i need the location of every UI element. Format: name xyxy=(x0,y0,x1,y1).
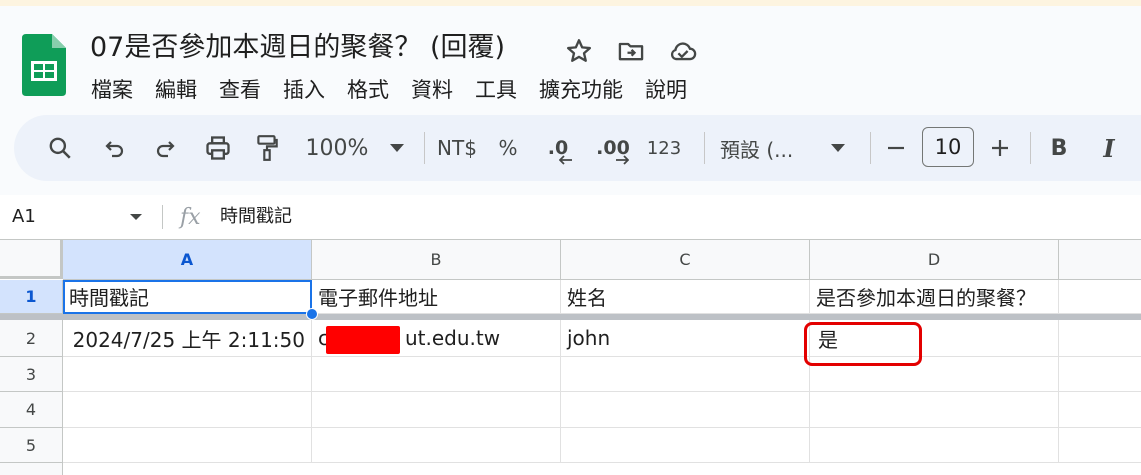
percent-format-button[interactable]: % xyxy=(494,115,522,181)
sheets-logo-icon[interactable] xyxy=(22,34,66,96)
cell-a2[interactable]: 2024/7/25 上午 2:11:50 xyxy=(63,320,312,357)
redaction-mark xyxy=(326,326,400,354)
cell-c1[interactable]: 姓名 xyxy=(561,280,810,314)
annotation-highlight-box xyxy=(804,322,922,366)
increase-font-size-icon[interactable] xyxy=(986,115,1014,181)
row-header-5[interactable]: 5 xyxy=(0,428,63,463)
toolbar: 100% NT$ % .0 .00 123 預設 (... 10 B I xyxy=(14,115,1141,181)
cell-a4[interactable] xyxy=(63,392,312,428)
menu-data[interactable]: 資料 xyxy=(400,74,464,106)
arrow-left-icon xyxy=(559,155,572,165)
font-value: 預設 (... xyxy=(720,137,794,162)
menu-extensions[interactable]: 擴充功能 xyxy=(528,74,634,106)
font-size-input[interactable]: 10 xyxy=(922,127,974,167)
decrease-decimal-button[interactable]: .0 xyxy=(540,115,576,181)
email-suffix: ut.edu.tw xyxy=(405,326,501,350)
zoom-select[interactable]: 100% xyxy=(304,115,370,181)
fill-handle[interactable] xyxy=(306,308,318,320)
row-header-2[interactable]: 2 xyxy=(0,320,63,357)
print-icon[interactable] xyxy=(202,115,234,181)
move-to-folder-icon[interactable] xyxy=(616,36,646,66)
cell-b1[interactable]: 電子郵件地址 xyxy=(312,280,561,314)
italic-button[interactable]: I xyxy=(1094,115,1124,181)
star-icon[interactable] xyxy=(564,36,594,66)
cell-a3[interactable] xyxy=(63,357,312,392)
cell-e1[interactable] xyxy=(1059,280,1141,314)
formula-bar-divider xyxy=(162,205,163,229)
paint-format-icon[interactable] xyxy=(252,115,282,181)
cell-b3[interactable] xyxy=(312,357,561,392)
row-header-1[interactable]: 1 xyxy=(0,280,63,314)
cell-e4[interactable] xyxy=(1059,392,1141,428)
currency-format-button[interactable]: NT$ xyxy=(434,115,480,181)
function-icon: fx xyxy=(180,205,201,230)
row-header-3[interactable]: 3 xyxy=(0,357,63,392)
arrow-right-icon xyxy=(616,155,629,165)
cell-c4[interactable] xyxy=(561,392,810,428)
search-menus-icon[interactable] xyxy=(44,115,76,181)
zoom-value: 100% xyxy=(305,135,369,161)
more-formats-button[interactable]: 123 xyxy=(644,115,684,181)
cell-d5[interactable] xyxy=(810,428,1059,463)
column-header-e[interactable] xyxy=(1059,240,1141,280)
zoom-dropdown-icon[interactable] xyxy=(386,115,408,181)
menu-file[interactable]: 檔案 xyxy=(80,74,144,106)
menu-tools[interactable]: 工具 xyxy=(464,74,528,106)
cell-a1[interactable]: 時間戳記 xyxy=(63,280,312,314)
name-box-dropdown-icon[interactable] xyxy=(128,209,144,225)
cell-c5[interactable] xyxy=(561,428,810,463)
toolbar-divider xyxy=(870,132,871,164)
menu-view[interactable]: 查看 xyxy=(208,74,272,106)
cell-e5[interactable] xyxy=(1059,428,1141,463)
app-header: 07是否參加本週日的聚餐？ (回覆) 檔案 編輯 查看 插入 格式 資料 工具 … xyxy=(0,6,1141,111)
document-title[interactable]: 07是否參加本週日的聚餐？ (回覆) xyxy=(90,28,505,68)
cell-a5[interactable] xyxy=(63,428,312,463)
column-header-d[interactable]: D xyxy=(810,240,1059,280)
toolbar-divider xyxy=(424,132,425,164)
name-box[interactable]: A1 xyxy=(12,195,36,239)
menu-help[interactable]: 說明 xyxy=(634,74,698,106)
toolbar-area: 100% NT$ % .0 .00 123 預設 (... 10 B I xyxy=(0,111,1141,195)
cell-e2[interactable] xyxy=(1059,320,1141,357)
menu-bar: 檔案 編輯 查看 插入 格式 資料 工具 擴充功能 說明 xyxy=(80,74,698,106)
column-header-c[interactable]: C xyxy=(561,240,810,280)
undo-icon[interactable] xyxy=(100,115,130,181)
menu-edit[interactable]: 編輯 xyxy=(144,74,208,106)
decrease-font-size-icon[interactable] xyxy=(882,115,910,181)
cell-e3[interactable] xyxy=(1059,357,1141,392)
column-header-b[interactable]: B xyxy=(312,240,561,280)
redo-icon[interactable] xyxy=(150,115,180,181)
formula-input[interactable]: 時間戳記 xyxy=(220,195,292,239)
spreadsheet-grid: A B C D 1 時間戳記 電子郵件地址 姓名 是否參加本週日的聚餐？ 2 2… xyxy=(0,240,1141,475)
select-all-corner[interactable] xyxy=(0,240,63,279)
bold-button[interactable]: B xyxy=(1044,115,1074,181)
row-header-4[interactable]: 4 xyxy=(0,392,63,428)
menu-format[interactable]: 格式 xyxy=(336,74,400,106)
cloud-saved-icon[interactable] xyxy=(668,36,698,66)
cell-b4[interactable] xyxy=(312,392,561,428)
font-select[interactable]: 預設 (... xyxy=(720,115,806,181)
cell-c3[interactable] xyxy=(561,357,810,392)
formula-bar: A1 fx 時間戳記 xyxy=(0,195,1141,240)
cell-d1[interactable]: 是否參加本週日的聚餐？ xyxy=(810,280,1059,314)
toolbar-divider xyxy=(704,132,705,164)
cell-b5[interactable] xyxy=(312,428,561,463)
column-header-a[interactable]: A xyxy=(63,240,312,280)
row-header-6[interactable] xyxy=(0,463,63,475)
cell-d4[interactable] xyxy=(810,392,1059,428)
toolbar-divider xyxy=(1030,132,1031,164)
cell-c2[interactable]: john xyxy=(561,320,810,357)
menu-insert[interactable]: 插入 xyxy=(272,74,336,106)
font-dropdown-icon[interactable] xyxy=(826,115,850,181)
increase-decimal-button[interactable]: .00 xyxy=(594,115,632,181)
